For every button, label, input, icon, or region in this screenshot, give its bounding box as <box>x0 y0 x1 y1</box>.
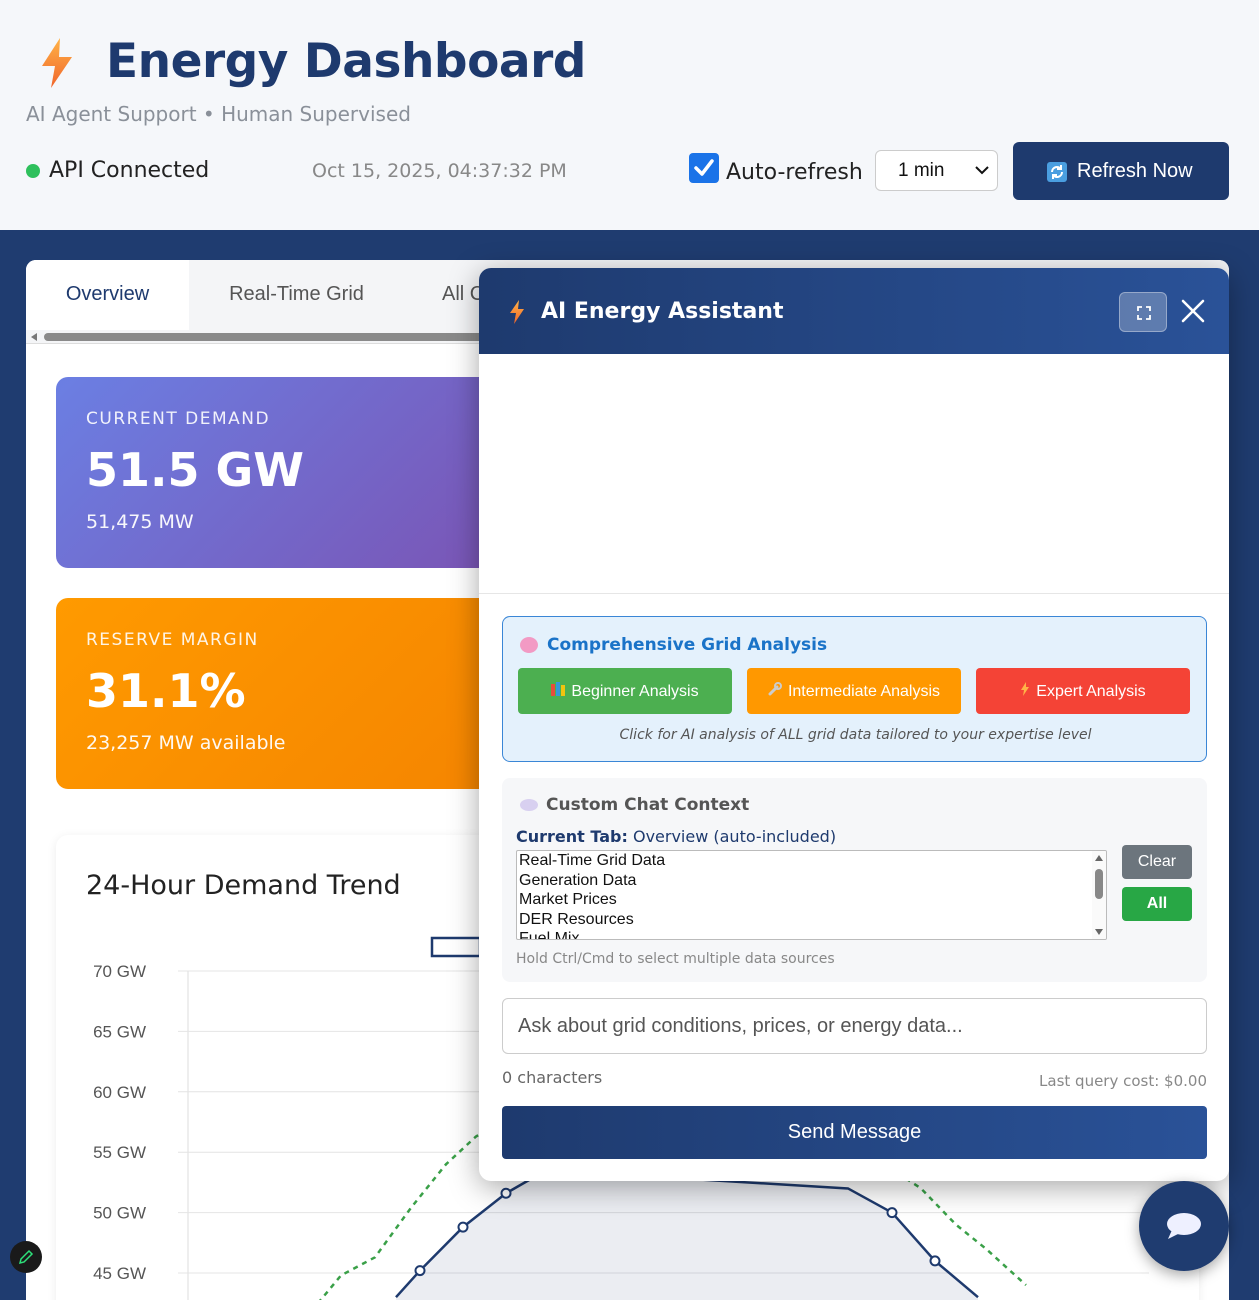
context-hint: Hold Ctrl/Cmd to select multiple data so… <box>516 951 835 967</box>
refresh-now-label: Refresh Now <box>1077 160 1193 182</box>
current-tab-info: Current Tab: Overview (auto-included) <box>516 827 836 846</box>
expert-analysis-button[interactable]: Expert Analysis <box>976 668 1190 714</box>
wrench-icon <box>768 682 782 701</box>
assistant-title: AI Energy Assistant <box>541 299 784 324</box>
dashboard-header: Energy Dashboard AI Agent Support • Huma… <box>0 0 1259 230</box>
series-area <box>396 1170 978 1300</box>
lightning-bolt-icon <box>1020 682 1030 701</box>
custom-chat-context-section: Custom Chat Context Current Tab: Overvie… <box>502 778 1207 982</box>
page-subtitle: AI Agent Support • Human Supervised <box>26 102 411 126</box>
books-icon <box>551 682 566 701</box>
speech-bubble-icon <box>520 799 538 811</box>
y-tick-label: 45 GW <box>93 1264 146 1283</box>
grid-analysis-section: Comprehensive Grid Analysis Beginner Ana… <box>502 616 1207 762</box>
chat-messages-area[interactable] <box>479 354 1229 594</box>
reserve-margin-card: RESERVE MARGIN 31.1% 23,257 MW available <box>56 598 496 789</box>
context-source-select[interactable]: Real-Time Grid Data Generation Data Mark… <box>516 850 1107 940</box>
assistant-header: AI Energy Assistant <box>479 268 1229 354</box>
send-message-button[interactable]: Send Message <box>502 1106 1207 1159</box>
context-list-scrollbar[interactable] <box>1092 851 1106 939</box>
last-query-cost: Last query cost: $0.00 <box>1039 1072 1207 1090</box>
refresh-now-button[interactable]: Refresh Now <box>1013 142 1229 200</box>
context-option[interactable]: DER Resources <box>517 910 1106 930</box>
tab-real-time-grid[interactable]: Real-Time Grid <box>189 260 404 330</box>
select-all-context-button[interactable]: All <box>1122 887 1192 921</box>
data-point <box>457 1221 469 1233</box>
intermediate-analysis-button[interactable]: Intermediate Analysis <box>747 668 961 714</box>
lightning-bolt-icon <box>42 38 72 88</box>
refresh-interval-value: 1 min <box>898 160 945 181</box>
y-tick-label: 50 GW <box>93 1204 146 1223</box>
edit-pencil-button[interactable] <box>10 1241 42 1273</box>
current-tab-label: Current Tab: <box>516 827 628 846</box>
expand-icon <box>1137 306 1151 320</box>
context-option[interactable]: Generation Data <box>517 871 1106 891</box>
scrollbar-thumb[interactable] <box>44 333 484 341</box>
context-title: Custom Chat Context <box>546 795 750 815</box>
chat-toggle-button[interactable] <box>1139 1181 1229 1271</box>
close-icon[interactable] <box>1179 297 1207 325</box>
context-option[interactable]: Real-Time Grid Data <box>517 851 1106 871</box>
refresh-icon <box>1047 162 1067 182</box>
metric-value: 31.1% <box>86 664 246 718</box>
status-indicator <box>26 164 40 178</box>
metric-label: CURRENT DEMAND <box>86 409 271 429</box>
last-updated-timestamp: Oct 15, 2025, 04:37:32 PM <box>312 160 567 182</box>
pencil-icon <box>18 1249 34 1265</box>
auto-refresh-label: Auto-refresh <box>726 160 863 185</box>
metric-label: RESERVE MARGIN <box>86 630 259 650</box>
ai-assistant-panel: AI Energy Assistant Comprehensive Grid A… <box>479 268 1229 1181</box>
data-point <box>886 1207 898 1219</box>
tab-overview[interactable]: Overview <box>26 260 189 330</box>
expert-analysis-label: Expert Analysis <box>1036 683 1146 700</box>
clear-context-button[interactable]: Clear <box>1122 845 1192 879</box>
chat-input[interactable]: Ask about grid conditions, prices, or en… <box>502 998 1207 1054</box>
metric-subvalue: 23,257 MW available <box>86 732 286 754</box>
beginner-analysis-label: Beginner Analysis <box>571 683 699 700</box>
auto-refresh-checkbox[interactable] <box>689 153 719 183</box>
beginner-analysis-button[interactable]: Beginner Analysis <box>518 668 732 714</box>
tab-scrollbar[interactable] <box>26 330 496 344</box>
scroll-down-icon[interactable] <box>1095 929 1103 935</box>
intermediate-analysis-label: Intermediate Analysis <box>787 683 941 700</box>
context-option[interactable]: Market Prices <box>517 890 1106 910</box>
data-point <box>929 1255 941 1267</box>
y-tick-label: 60 GW <box>93 1083 146 1102</box>
y-tick-label: 65 GW <box>93 1022 146 1041</box>
metric-subvalue: 51,475 MW <box>86 511 194 533</box>
scroll-left-icon[interactable] <box>31 333 37 341</box>
current-demand-card: CURRENT DEMAND 51.5 GW 51,475 MW <box>56 377 496 568</box>
chat-bubble-icon <box>1167 1213 1201 1239</box>
scroll-up-icon[interactable] <box>1095 855 1103 861</box>
expand-button[interactable] <box>1119 292 1167 332</box>
character-count: 0 characters <box>502 1068 603 1087</box>
checkmark-icon <box>694 159 714 176</box>
y-tick-label: 70 GW <box>93 962 146 981</box>
api-status: API Connected <box>49 158 210 183</box>
metric-value: 51.5 GW <box>86 443 305 497</box>
lightning-bolt-icon <box>510 300 524 324</box>
legend-swatch <box>430 936 482 958</box>
data-point <box>414 1265 426 1277</box>
brain-icon <box>520 637 538 653</box>
analysis-title: Comprehensive Grid Analysis <box>547 635 828 655</box>
y-tick-label: 55 GW <box>93 1143 146 1162</box>
refresh-interval-select[interactable]: 1 min <box>875 150 998 191</box>
scrollbar-thumb[interactable] <box>1095 869 1103 899</box>
analysis-note: Click for AI analysis of ALL grid data t… <box>619 727 1092 743</box>
data-point <box>500 1187 512 1199</box>
current-tab-value: Overview (auto-included) <box>632 827 837 846</box>
page-title: Energy Dashboard <box>106 34 586 89</box>
chevron-down-icon <box>975 166 989 175</box>
context-option[interactable]: Fuel Mix <box>517 929 1106 939</box>
